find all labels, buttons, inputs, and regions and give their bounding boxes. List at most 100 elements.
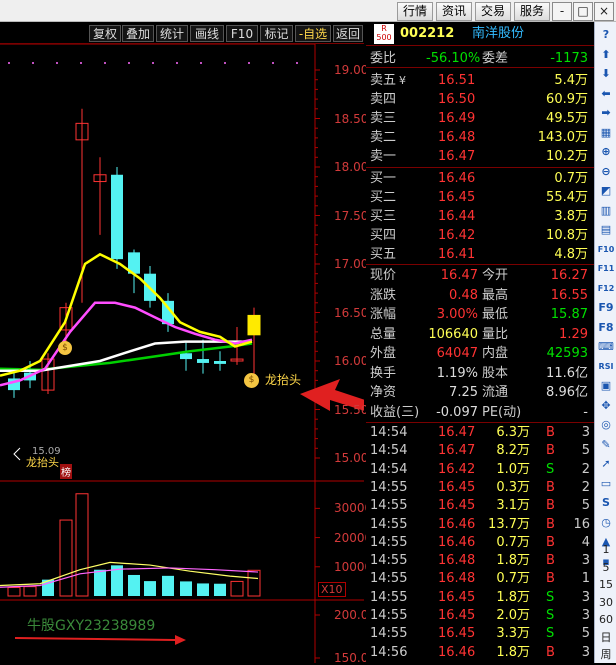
zoom-in-icon[interactable]: ⊕ xyxy=(597,143,615,161)
bid-row[interactable]: 买一 16.46 0.7万 xyxy=(366,169,594,188)
rsi-icon[interactable]: RSI xyxy=(597,358,615,376)
bars-icon[interactable]: ▥ xyxy=(597,202,615,220)
top-dot xyxy=(104,62,106,64)
left-arrow-icon[interactable]: ⬅ xyxy=(597,85,615,103)
up-arrow-icon[interactable]: ⬆ xyxy=(597,46,615,64)
menu-quotes-button[interactable]: 行情 xyxy=(397,2,433,21)
ask-row[interactable]: 卖五 ¥16.51 5.4万 xyxy=(366,71,594,90)
period-button[interactable]: 30 xyxy=(597,594,615,612)
tick-price: 16.46 xyxy=(438,644,476,660)
candlesticks xyxy=(8,108,261,398)
bid-price: 16.45 xyxy=(438,190,476,205)
watermark-text: 牛股GXY23238989 xyxy=(27,618,156,634)
stat-label: PE(动) xyxy=(482,404,522,420)
toolbar-watchlist-button[interactable]: -自选 xyxy=(295,25,331,42)
target-icon[interactable]: ◎ xyxy=(597,416,615,434)
period-button[interactable]: 5 xyxy=(597,559,615,577)
bid-row[interactable]: 买四 16.42 10.8万 xyxy=(366,226,594,245)
tick-row: 14:55 16.45 3.3万 S 5 xyxy=(366,625,594,643)
f11-icon[interactable]: F11 xyxy=(597,260,615,278)
stat-value: 1.19% xyxy=(436,365,478,381)
bid-label: 买一 xyxy=(370,171,397,186)
chart-icon[interactable]: ◩ xyxy=(597,182,615,200)
book-divider xyxy=(366,167,594,168)
period-button[interactable]: 60 xyxy=(597,611,615,629)
period-button[interactable]: 日 xyxy=(597,629,615,647)
stat-value: 11.6亿 xyxy=(546,365,588,381)
tick-volume: 1.0万 xyxy=(496,461,530,477)
ask-label: 卖五 xyxy=(370,73,397,88)
toolbar-draw-button[interactable]: 画线 xyxy=(190,25,224,42)
menu-trade-button[interactable]: 交易 xyxy=(475,2,511,21)
right-arrow-icon[interactable]: ➡ xyxy=(597,104,615,122)
top-dot xyxy=(56,62,58,64)
ask-volume: 60.9万 xyxy=(546,92,588,107)
stat-label: 内盘 xyxy=(482,346,509,361)
ask-volume: 10.2万 xyxy=(546,149,588,164)
tick-row: 14:55 16.45 0.3万 B 2 xyxy=(366,479,594,497)
tick-row: 14:55 16.46 13.7万 B 16 xyxy=(366,516,594,534)
tick-count: 2 xyxy=(581,461,590,477)
quote-panel: R 500 002212 南洋股份 委比 -56.10% 委差 -1173 卖五… xyxy=(366,22,594,663)
money-bag-icon: $ xyxy=(244,373,259,388)
top-menu-bar: 行情 资讯 交易 服务 - □ × xyxy=(0,0,616,22)
f9-icon[interactable]: F9 xyxy=(597,299,615,317)
minimize-button[interactable]: - xyxy=(552,2,572,21)
toolbar-mark-button[interactable]: 标记 xyxy=(260,25,293,42)
bid-price: 16.46 xyxy=(438,171,476,186)
ma20-line xyxy=(0,340,252,372)
volume-bar xyxy=(180,581,192,596)
tick-price: 16.42 xyxy=(438,461,476,477)
bid-row[interactable]: 买二 16.45 55.4万 xyxy=(366,188,594,207)
volume-bar xyxy=(162,575,174,596)
tick-price: 16.45 xyxy=(438,498,476,514)
stat-value: 7.25 xyxy=(449,385,478,400)
toolbar-back-button[interactable]: 返回 xyxy=(333,25,363,42)
down-arrow-icon[interactable]: ⬇ xyxy=(597,65,615,83)
ask-row[interactable]: 卖三 16.49 49.5万 xyxy=(366,109,594,128)
bid-row[interactable]: 买五 16.41 4.8万 xyxy=(366,245,594,264)
toolbar-f10-button[interactable]: F10 xyxy=(226,25,258,42)
list-icon[interactable]: ▤ xyxy=(597,221,615,239)
keyboard-icon[interactable]: ⌨ xyxy=(597,338,615,356)
top-dot xyxy=(296,62,298,64)
ask-row[interactable]: 卖一 16.47 10.2万 xyxy=(366,147,594,166)
zoom-out-icon[interactable]: ⊖ xyxy=(597,163,615,181)
pencil-icon[interactable]: ✎ xyxy=(597,436,615,454)
tick-time: 14:55 xyxy=(370,571,408,587)
tick-volume: 0.3万 xyxy=(496,479,530,495)
tick-count: 2 xyxy=(581,479,590,495)
arrow-icon[interactable]: ➚ xyxy=(597,455,615,473)
multi-icon[interactable]: ▣ xyxy=(597,377,615,395)
toolbar-stats-button[interactable]: 统计 xyxy=(156,25,188,42)
kline-chart[interactable]: 19.00 18.50 18.00 17.50 17.00 16.50 16.00 15.50… xyxy=(0,44,372,665)
period-button[interactable]: 周 xyxy=(597,646,615,664)
tick-price: 16.47 xyxy=(438,443,476,459)
f8-icon[interactable]: F8 xyxy=(597,319,615,337)
clock-icon[interactable]: ◷ xyxy=(597,514,615,532)
toolbar-overlay-button[interactable]: 叠加 xyxy=(122,25,154,42)
bid-row[interactable]: 买三 16.44 3.8万 xyxy=(366,207,594,226)
s-icon[interactable]: S xyxy=(597,494,615,512)
tick-volume: 0.7万 xyxy=(496,534,530,550)
top-dot xyxy=(200,62,202,64)
period-button[interactable]: 15 xyxy=(597,576,615,594)
box-icon[interactable]: ▭ xyxy=(597,475,615,493)
tick-time: 14:56 xyxy=(370,644,408,660)
grid-icon[interactable]: ▦ xyxy=(597,124,615,142)
f10-icon[interactable]: F10 xyxy=(597,241,615,259)
period-button[interactable]: 1 xyxy=(597,541,615,559)
f12-icon[interactable]: F12 xyxy=(597,280,615,298)
toolbar-adjust-button[interactable]: 复权 xyxy=(89,25,121,42)
move-icon[interactable]: ✥ xyxy=(597,397,615,415)
menu-news-button[interactable]: 资讯 xyxy=(436,2,472,21)
help-icon[interactable]: ? xyxy=(597,26,615,44)
tick-row: 14:55 16.45 3.1万 B 5 xyxy=(366,497,594,515)
menu-service-button[interactable]: 服务 xyxy=(514,2,550,21)
maximize-button[interactable]: □ xyxy=(573,2,593,21)
ma5-line xyxy=(0,252,253,377)
close-button[interactable]: × xyxy=(594,2,614,21)
ask-row[interactable]: 卖四 16.50 60.9万 xyxy=(366,90,594,109)
tick-row: 14:56 16.46 1.8万 B 3 xyxy=(366,644,594,662)
ask-row[interactable]: 卖二 16.48 143.0万 xyxy=(366,128,594,147)
